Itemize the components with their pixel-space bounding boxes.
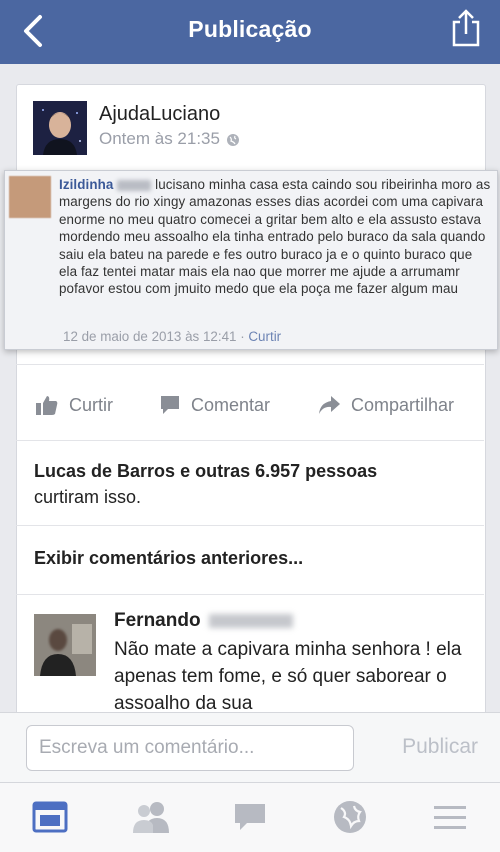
post-time-text: Ontem às 21:35 bbox=[99, 129, 220, 148]
friends-icon bbox=[133, 802, 169, 833]
commenter-first-name: Fernando bbox=[114, 610, 201, 631]
comment-composer: Publicar bbox=[0, 712, 500, 783]
comment-label: Comentar bbox=[191, 394, 271, 415]
tab-menu[interactable] bbox=[432, 799, 468, 835]
like-button[interactable]: Curtir bbox=[35, 381, 113, 429]
thumbs-up-icon bbox=[36, 396, 58, 415]
blurred-surname bbox=[208, 613, 293, 628]
embedded-comment-text: Izildinha lucisano minha casa esta caind… bbox=[59, 176, 491, 298]
embedded-like-link: Curtir bbox=[248, 329, 282, 344]
embedded-date: 12 de maio de 2013 às 12:41 bbox=[63, 329, 237, 344]
liker-name: Lucas de Barros bbox=[34, 461, 176, 481]
tab-friends[interactable] bbox=[131, 799, 169, 835]
commenter-name[interactable]: Fernando bbox=[114, 610, 293, 632]
tab-news-feed[interactable] bbox=[32, 799, 68, 835]
menu-icon bbox=[434, 806, 466, 829]
share-button[interactable] bbox=[450, 8, 482, 48]
embedded-comment-screenshot: Izildinha lucisano minha casa esta caind… bbox=[4, 170, 498, 350]
post-actions: Curtir Comentar Compartilhar bbox=[17, 381, 485, 429]
show-previous-comments-link[interactable]: Exibir comentários anteriores... bbox=[34, 548, 303, 569]
divider bbox=[16, 525, 484, 526]
post-time[interactable]: Ontem às 21:35 bbox=[99, 129, 240, 149]
publish-button[interactable]: Publicar bbox=[402, 735, 478, 759]
share-label: Compartilhar bbox=[351, 394, 455, 415]
likes-summary[interactable]: Lucas de Barros e outras 6.957 pessoas c… bbox=[34, 458, 464, 510]
like-label: Curtir bbox=[69, 394, 113, 415]
news-feed-icon bbox=[32, 801, 68, 833]
embedded-meta: 12 de maio de 2013 às 12:41 · Curtir bbox=[63, 329, 281, 344]
comment-input[interactable] bbox=[26, 725, 354, 771]
top-navigation-bar: Publicação bbox=[0, 0, 500, 64]
author-avatar[interactable] bbox=[33, 101, 87, 155]
tab-notifications[interactable] bbox=[332, 799, 368, 835]
divider bbox=[16, 440, 484, 441]
comment-button[interactable]: Comentar bbox=[159, 381, 270, 429]
globe-icon bbox=[334, 801, 366, 833]
embedded-avatar bbox=[9, 176, 51, 218]
comment-icon bbox=[161, 396, 179, 414]
likes-suffix: curtiram isso. bbox=[34, 487, 142, 507]
embedded-body: lucisano minha casa esta caindo sou ribe… bbox=[59, 177, 491, 297]
commenter-avatar[interactable] bbox=[34, 614, 96, 676]
likes-connector: e bbox=[175, 461, 196, 481]
share-arrow-icon bbox=[319, 396, 340, 414]
share-post-button[interactable]: Compartilhar bbox=[317, 381, 454, 429]
divider bbox=[16, 594, 484, 595]
meta-separator: · bbox=[236, 329, 249, 344]
share-icon bbox=[452, 9, 480, 47]
page-title: Publicação bbox=[188, 16, 312, 42]
likes-others: outras 6.957 pessoas bbox=[195, 461, 378, 481]
tab-messages[interactable] bbox=[232, 799, 268, 835]
divider bbox=[16, 364, 484, 365]
bottom-tab-bar bbox=[0, 782, 500, 852]
blurred-surname bbox=[117, 179, 152, 191]
public-globe-icon bbox=[226, 133, 239, 146]
comment-text: Não mate a capivara minha senhora ! ela … bbox=[114, 639, 462, 712]
post-author[interactable]: AjudaLuciano bbox=[99, 103, 220, 126]
embedded-author: Izildinha bbox=[59, 177, 114, 192]
messages-icon bbox=[235, 804, 265, 830]
